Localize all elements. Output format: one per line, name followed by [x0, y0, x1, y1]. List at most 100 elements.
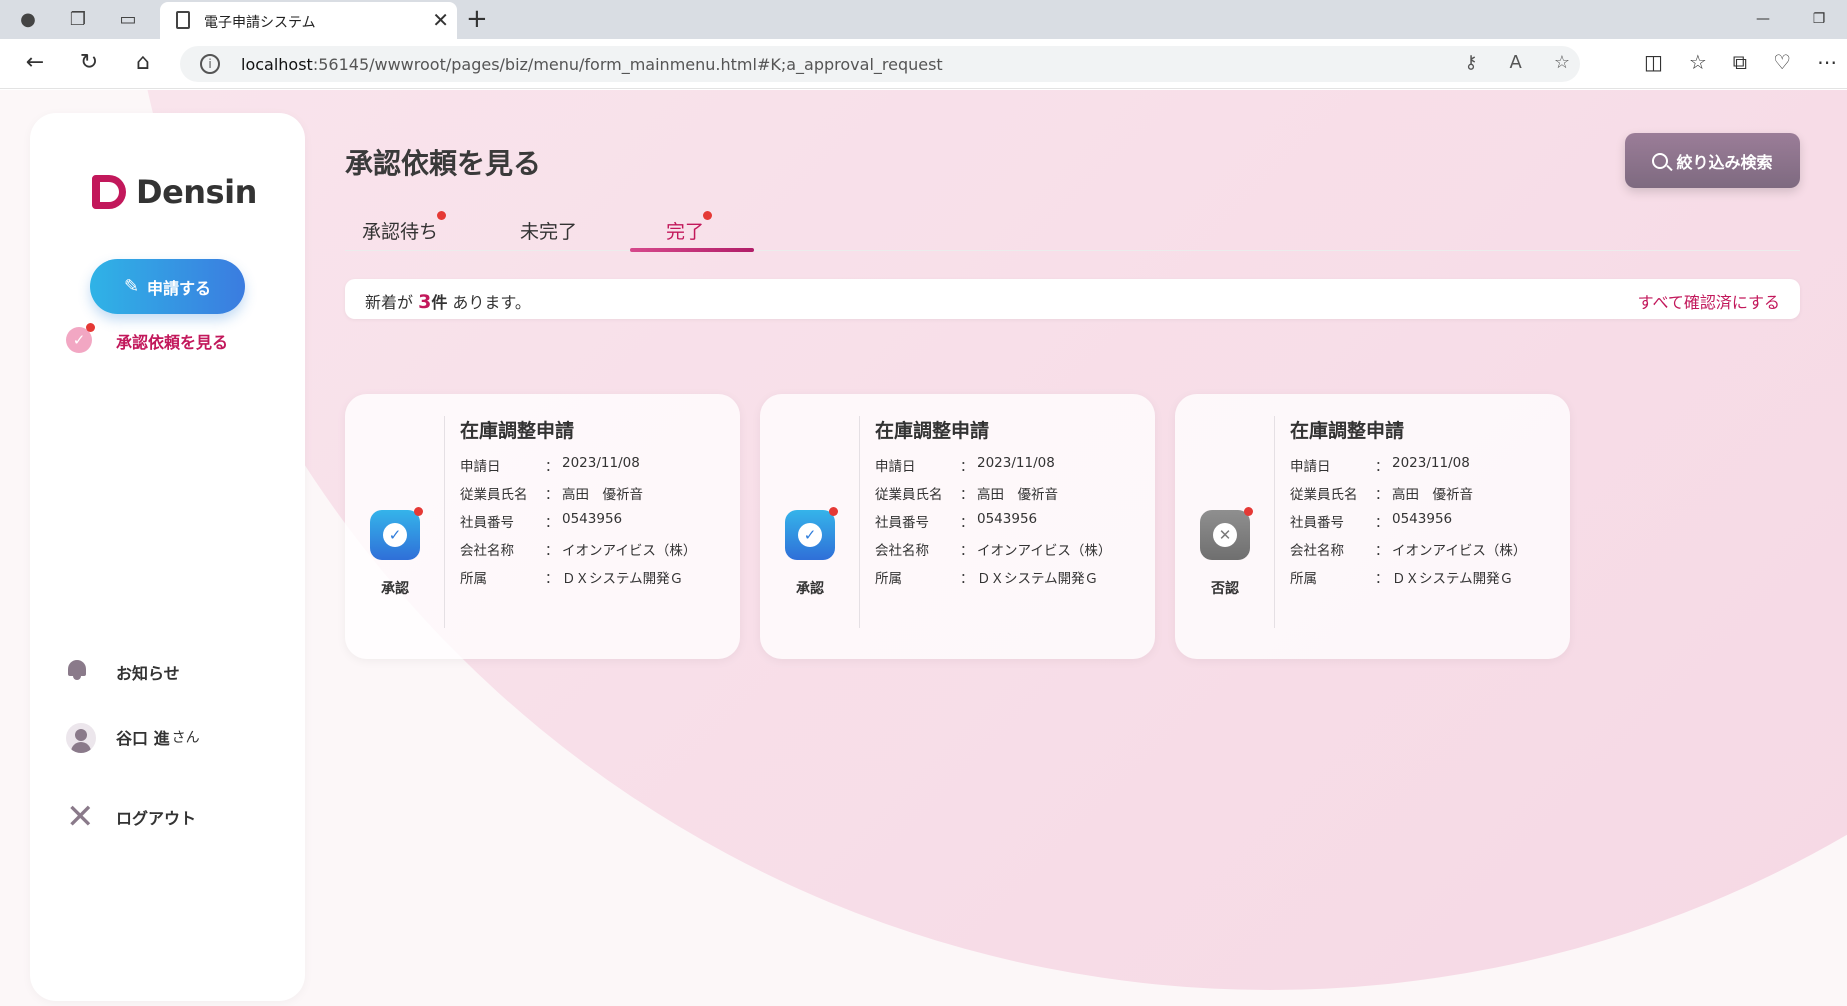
field-value: 高田 優祈音: [977, 487, 1058, 503]
field-name: 従業員氏名 ：高田 優祈音: [875, 483, 1111, 511]
close-tab-icon[interactable]: ✕: [432, 8, 449, 32]
field-label: 申請日: [460, 459, 501, 475]
sidebar-item-logout[interactable]: ✕ ログアウト: [66, 800, 197, 834]
pencil-icon: ✎: [123, 276, 140, 297]
profile-icon[interactable]: ●: [16, 8, 40, 32]
back-icon[interactable]: ←: [20, 50, 50, 75]
browser-tab[interactable]: 電子申請システム ✕: [160, 2, 457, 39]
workspaces-icon[interactable]: ❐: [66, 8, 90, 32]
field-number: 社員番号 ： 0543956: [875, 511, 1111, 539]
logo: Densin: [92, 173, 257, 211]
field-colon: ：: [545, 571, 559, 587]
favorites-icon[interactable]: ☆: [1689, 50, 1707, 74]
field-label: 所属: [875, 571, 902, 587]
field-label: 社員番号: [460, 515, 514, 531]
close-x-icon: ✕: [66, 797, 95, 837]
read-aloud-icon[interactable]: A: [1510, 52, 1522, 73]
field-label: 所属: [1290, 571, 1317, 587]
apply-button[interactable]: ✎ 申請する: [90, 259, 245, 314]
field-company: 会社名称 ：イオンアイビス（株）: [875, 539, 1111, 567]
sidebar-item-notifications[interactable]: お知らせ: [66, 658, 180, 686]
new-badge: [829, 507, 838, 516]
status-tabs: 承認待ち 未完了 完了: [345, 207, 1800, 252]
field-value: 2023/11/08: [977, 455, 1055, 471]
collections-icon[interactable]: ⧉: [1733, 50, 1747, 74]
minimize-icon[interactable]: —: [1735, 0, 1791, 39]
key-icon[interactable]: ⚷: [1464, 52, 1477, 73]
user-name: 谷口 進: [116, 729, 170, 748]
field-value: 0543956: [1392, 511, 1453, 527]
sidebar-item-label: ログアウト: [116, 809, 197, 828]
apply-button-label: 申請する: [147, 278, 212, 298]
new-badge: [86, 323, 95, 332]
card-title: 在庫調整申請: [875, 420, 990, 442]
field-date: 申請日 ： 2023/11/08: [1290, 455, 1526, 483]
new-items-notice: 新着が 3件 あります。 すべて確認済にする: [345, 279, 1800, 319]
text-fragment: :56145/wwwroot/pages/biz/menu/form_mainm…: [312, 55, 943, 74]
browser-tabstrip: ● ❐ ▭ 電子申請システム ✕ + — ❐: [0, 0, 1847, 39]
tab-actions-icon[interactable]: ▭: [116, 8, 140, 32]
logo-text: Densin: [136, 173, 257, 211]
home-icon[interactable]: ⌂: [128, 50, 158, 75]
densin-logo-icon: [92, 173, 130, 211]
field-dept: 所属 ： ＤＸシステム開発Ｇ: [875, 567, 1111, 595]
new-badge: [703, 211, 713, 220]
field-colon: ：: [1375, 487, 1389, 503]
field-label: 従業員氏名: [1290, 487, 1358, 503]
field-colon: ：: [545, 487, 559, 503]
field-name: 従業員氏名 ：高田 優祈音: [1290, 483, 1526, 511]
url-field[interactable]: i localhost:56145/wwwroot/pages/biz/menu…: [180, 46, 1580, 82]
user-suffix: さん: [171, 730, 200, 746]
favorite-star-icon[interactable]: ☆: [1554, 52, 1570, 73]
app-page: Densin ✎ 申請する ✓ 承認依頼を見る お知らせ 谷口 進 さん ✕ ロ…: [0, 90, 1847, 1006]
tab-incomplete[interactable]: 未完了: [520, 217, 577, 244]
request-card[interactable]: ✓ 承認 在庫調整申請 申請日： 2023/11/08 従業員氏名：高田 優祈音 …: [345, 394, 740, 659]
field-value: 0543956: [562, 511, 623, 527]
active-tab-indicator: [630, 248, 754, 252]
field-value: 2023/11/08: [1392, 455, 1470, 471]
field-date: 申請日 ： 2023/11/08: [875, 455, 1111, 483]
field-label: 申請日: [875, 459, 916, 475]
card-title: 在庫調整申請: [1290, 420, 1405, 442]
new-tab-icon[interactable]: +: [466, 4, 488, 34]
field-colon: ：: [960, 487, 974, 503]
performance-icon[interactable]: ♡: [1773, 50, 1791, 74]
sidebar-item-user[interactable]: 谷口 進 さん: [66, 723, 200, 753]
field-date: 申請日 ： 2023/11/08: [460, 455, 696, 483]
maximize-icon[interactable]: ❐: [1791, 0, 1847, 39]
notice-text: 新着が 3件 あります。: [365, 289, 531, 313]
site-info-icon[interactable]: i: [200, 54, 220, 74]
field-label: 従業員氏名: [875, 487, 943, 503]
sidebar-item-approval[interactable]: ✓ 承認依頼を見る: [66, 323, 228, 355]
url-text[interactable]: localhost:56145/wwwroot/pages/biz/menu/f…: [241, 55, 943, 74]
status-label: 否認: [1211, 581, 1239, 597]
field-colon: ：: [960, 515, 974, 531]
more-icon[interactable]: ⋯: [1817, 50, 1837, 74]
field-label: 所属: [460, 571, 487, 587]
field-name: 従業員氏名 ：高田 優祈音: [460, 483, 696, 511]
request-card[interactable]: ✕ 否認 在庫調整申請 申請日： 2023/11/08 従業員氏名：高田 優祈音 …: [1175, 394, 1570, 659]
rejected-status-icon: ✕: [1200, 507, 1253, 560]
field-value: イオンアイビス（株）: [562, 543, 697, 559]
status-label: 承認: [796, 581, 824, 597]
refresh-icon[interactable]: ↻: [74, 50, 104, 75]
field-value: ＤＸシステム開発Ｇ: [562, 571, 684, 587]
text-fragment: 新着が: [365, 293, 419, 312]
field-value: 2023/11/08: [562, 455, 640, 471]
tab-label: 完了: [666, 221, 705, 243]
filter-button-label: 絞り込み検索: [1676, 152, 1773, 172]
field-label: 社員番号: [875, 515, 929, 531]
field-colon: ：: [960, 459, 974, 475]
split-screen-icon[interactable]: ◫: [1644, 50, 1663, 74]
tab-pending[interactable]: 承認待ち: [362, 211, 447, 244]
mark-all-read-link[interactable]: すべて確認済にする: [1638, 289, 1780, 313]
field-value: ＤＸシステム開発Ｇ: [977, 571, 1099, 587]
filter-search-button[interactable]: 絞り込み検索: [1625, 133, 1800, 188]
request-card[interactable]: ✓ 承認 在庫調整申請 申請日： 2023/11/08 従業員氏名：高田 優祈音 …: [760, 394, 1155, 659]
field-dept: 所属 ： ＤＸシステム開発Ｇ: [1290, 567, 1526, 595]
tab-completed[interactable]: 完了: [666, 211, 713, 244]
field-value: 高田 優祈音: [1392, 487, 1473, 503]
field-number: 社員番号 ： 0543956: [460, 511, 696, 539]
text-fragment: localhost: [241, 55, 313, 74]
address-bar: ← ↻ ⌂ i localhost:56145/wwwroot/pages/bi…: [0, 39, 1847, 89]
